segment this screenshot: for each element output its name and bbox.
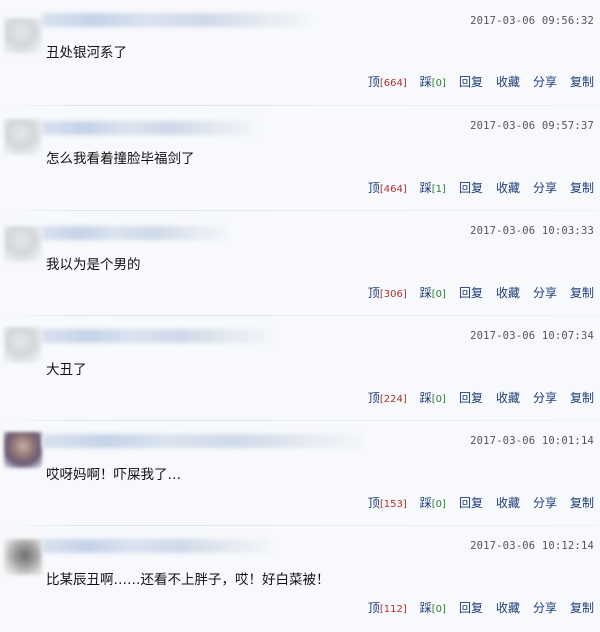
comment-actions: 顶[664] 踩[0] 回复 收藏 分享 复制 [355,73,594,90]
downvote-count: [1] [431,184,446,195]
divider [0,525,600,526]
comment-timestamp: 2017-03-06 10:12:14 [470,540,594,552]
avatar[interactable] [4,432,42,468]
avatar[interactable] [4,226,42,262]
downvote-count: [0] [431,604,446,615]
reply-button[interactable]: 回复 [459,284,483,301]
avatar[interactable] [4,327,42,363]
divider [0,105,600,106]
downvote-count: [0] [431,78,446,89]
upvote-button[interactable]: 顶[306] [368,284,407,301]
share-button[interactable]: 分享 [533,284,557,301]
share-button[interactable]: 分享 [533,389,557,406]
upvote-count: [224] [379,394,407,405]
comment-text: 丑处银河系了 [46,45,127,61]
username-blurred[interactable] [42,121,256,135]
downvote-button[interactable]: 踩[0] [420,73,446,90]
copy-button[interactable]: 复制 [570,179,594,196]
upvote-count: [112] [379,604,407,615]
divider [0,420,600,421]
comment-timestamp: 2017-03-06 09:56:32 [470,15,594,27]
downvote-button[interactable]: 踩[0] [420,284,446,301]
reply-button[interactable]: 回复 [459,494,483,511]
comment-item: 2017-03-06 10:12:14 比某辰丑啊……还看不上胖子，哎！好白菜被… [0,525,600,630]
upvote-count: [464] [379,184,407,195]
copy-button[interactable]: 复制 [570,284,594,301]
avatar[interactable] [4,119,42,155]
divider [0,315,600,316]
username-blurred[interactable] [42,13,310,27]
comment-item: 2017-03-06 09:56:32 丑处银河系了 顶[664] 踩[0] 回… [0,0,600,105]
upvote-count: [664] [379,78,407,89]
username-blurred[interactable] [42,329,272,343]
upvote-button[interactable]: 顶[224] [368,389,407,406]
comment-timestamp: 2017-03-06 10:03:33 [470,225,594,237]
comment-actions: 顶[464] 踩[1] 回复 收藏 分享 复制 [355,179,594,196]
reply-button[interactable]: 回复 [459,599,483,616]
downvote-count: [0] [431,499,446,510]
upvote-count: [306] [379,289,407,300]
favorite-button[interactable]: 收藏 [496,599,520,616]
comment-item: 2017-03-06 09:57:37 怎么我看着撞脸毕福剑了 顶[464] 踩… [0,105,600,210]
comment-text: 怎么我看着撞脸毕福剑了 [46,151,195,167]
comment-item: 2017-03-06 10:07:34 大丑了 顶[224] 踩[0] 回复 收… [0,315,600,420]
reply-button[interactable]: 回复 [459,179,483,196]
upvote-button[interactable]: 顶[464] [368,179,407,196]
comment-text: 比某辰丑啊……还看不上胖子，哎！好白菜被！ [46,572,330,588]
downvote-count: [0] [431,394,446,405]
downvote-button[interactable]: 踩[0] [420,389,446,406]
comment-timestamp: 2017-03-06 10:07:34 [470,330,594,342]
comment-thread: 2017-03-06 09:56:32 丑处银河系了 顶[664] 踩[0] 回… [0,0,600,632]
downvote-button[interactable]: 踩[0] [420,494,446,511]
comment-actions: 顶[306] 踩[0] 回复 收藏 分享 复制 [355,284,594,301]
copy-button[interactable]: 复制 [570,73,594,90]
comment-timestamp: 2017-03-06 10:01:14 [470,435,594,447]
comment-text: 我以为是个男的 [46,257,141,273]
downvote-button[interactable]: 踩[1] [420,179,446,196]
downvote-count: [0] [431,289,446,300]
upvote-button[interactable]: 顶[153] [368,494,407,511]
favorite-button[interactable]: 收藏 [496,179,520,196]
username-blurred[interactable] [42,226,228,240]
share-button[interactable]: 分享 [533,73,557,90]
username-blurred[interactable] [42,539,270,553]
avatar[interactable] [4,539,42,575]
share-button[interactable]: 分享 [533,179,557,196]
comment-actions: 顶[153] 踩[0] 回复 收藏 分享 复制 [355,494,594,511]
downvote-button[interactable]: 踩[0] [420,599,446,616]
avatar[interactable] [4,18,42,54]
comment-item: 2017-03-06 10:03:33 我以为是个男的 顶[306] 踩[0] … [0,210,600,315]
reply-button[interactable]: 回复 [459,389,483,406]
divider [0,210,600,211]
copy-button[interactable]: 复制 [570,599,594,616]
share-button[interactable]: 分享 [533,599,557,616]
favorite-button[interactable]: 收藏 [496,284,520,301]
upvote-button[interactable]: 顶[664] [368,73,407,90]
comment-text: 大丑了 [46,362,87,378]
reply-button[interactable]: 回复 [459,73,483,90]
share-button[interactable]: 分享 [533,494,557,511]
favorite-button[interactable]: 收藏 [496,389,520,406]
comment-item: 2017-03-06 10:01:14 哎呀妈啊！吓屎我了… 顶[153] 踩[… [0,420,600,525]
copy-button[interactable]: 复制 [570,494,594,511]
comment-text: 哎呀妈啊！吓屎我了… [46,467,181,483]
username-blurred[interactable] [42,434,362,448]
copy-button[interactable]: 复制 [570,389,594,406]
upvote-button[interactable]: 顶[112] [368,599,407,616]
comment-actions: 顶[224] 踩[0] 回复 收藏 分享 复制 [355,389,594,406]
upvote-count: [153] [379,499,407,510]
favorite-button[interactable]: 收藏 [496,494,520,511]
comment-actions: 顶[112] 踩[0] 回复 收藏 分享 复制 [355,599,594,616]
comment-timestamp: 2017-03-06 09:57:37 [470,120,594,132]
favorite-button[interactable]: 收藏 [496,73,520,90]
